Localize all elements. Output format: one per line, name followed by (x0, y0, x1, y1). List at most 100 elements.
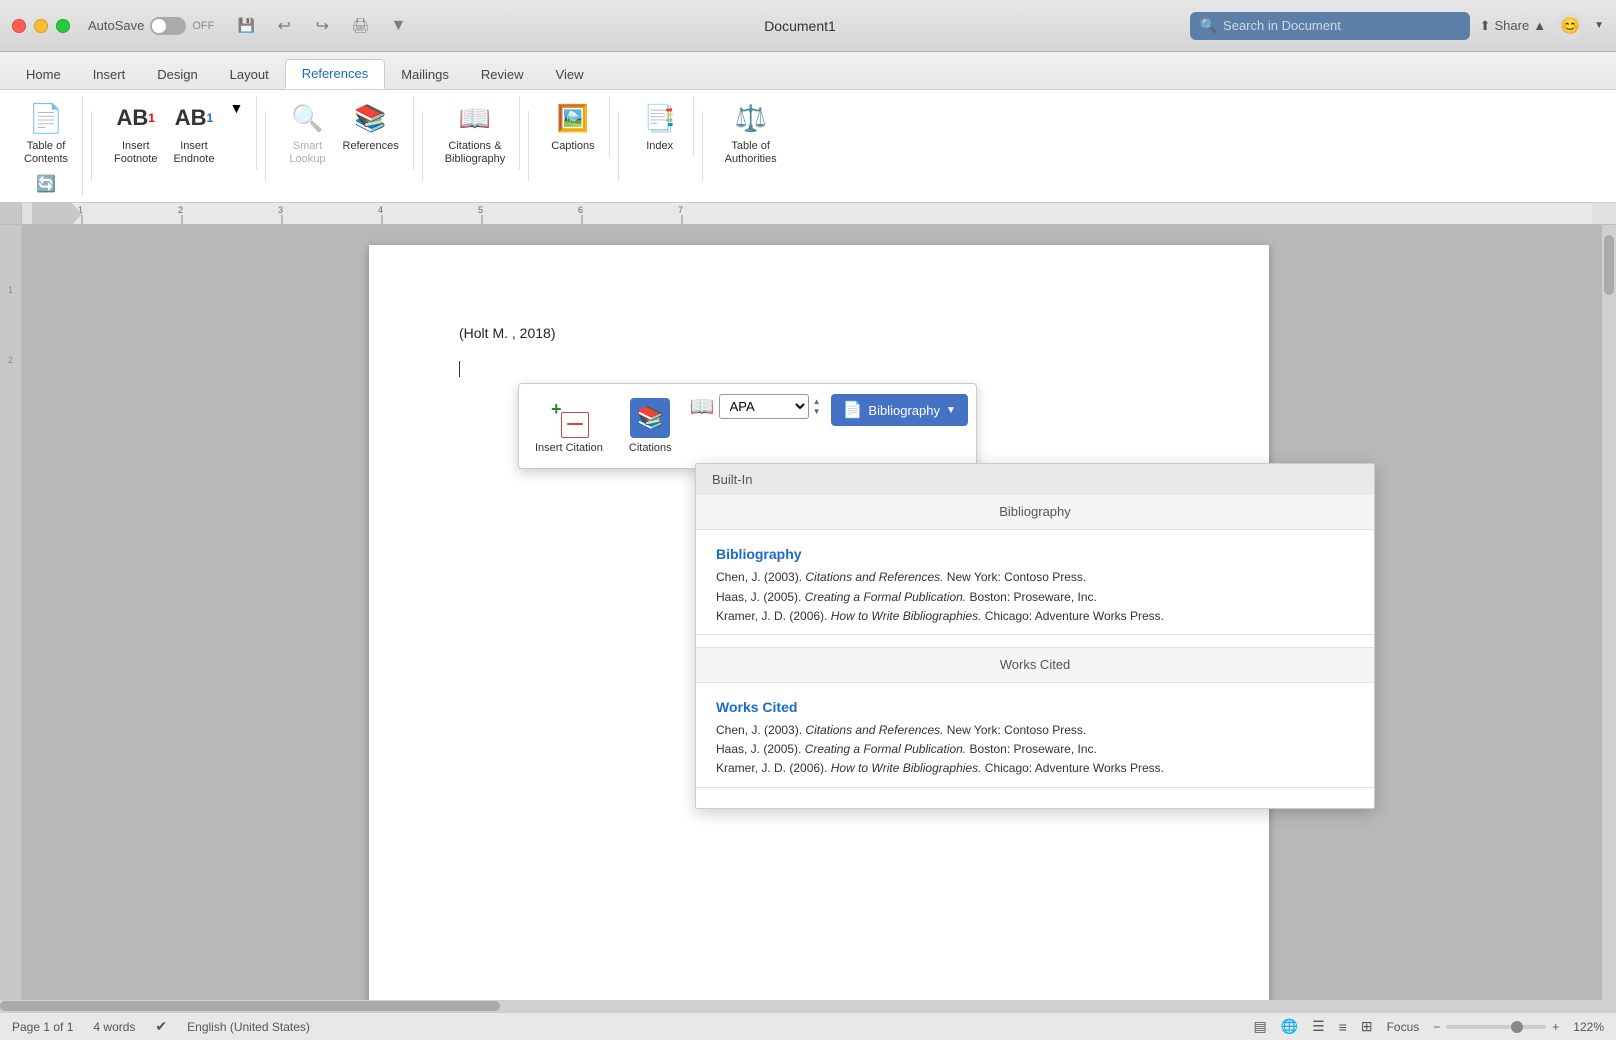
endnote-label: InsertEndnote (173, 140, 214, 166)
index-icon: 📑 (642, 100, 678, 136)
main-area: 1 2 3 4 5 6 7 (0, 203, 1616, 1012)
zoom-level[interactable]: 122% (1573, 1020, 1604, 1034)
tab-home[interactable]: Home (10, 61, 77, 89)
citations-bibliography-button[interactable]: 📖 Citations &Bibliography (439, 96, 512, 170)
list-icon[interactable]: ☰ (1312, 1018, 1325, 1035)
tab-layout[interactable]: Layout (214, 61, 285, 89)
page-info: Page 1 of 1 (12, 1020, 73, 1034)
web-icon[interactable]: 🌐 (1281, 1018, 1298, 1035)
bibliography-preview-label: Bibliography (696, 495, 1374, 530)
ruler-svg: 1 2 3 4 5 6 7 (32, 203, 1592, 225)
tab-review[interactable]: Review (465, 61, 540, 89)
app-window: AutoSave OFF 💾 ↩ ↪ 🖨 ▼ Document1 🔍 ⬆ Sha… (0, 0, 1616, 1040)
tab-references[interactable]: References (285, 59, 385, 89)
captions-icon: 🖼️ (555, 100, 591, 136)
footnotes-group: AB1 InsertFootnote AB1 InsertEndnote ▼ (100, 96, 257, 170)
ruler-mark-1: 1 (8, 285, 13, 295)
bibliography-label: Bibliography (868, 403, 940, 418)
dropdown-arrow-icon[interactable]: ▼ (1594, 20, 1604, 31)
tab-view[interactable]: View (540, 61, 600, 89)
zoom-track[interactable] (1446, 1025, 1546, 1029)
bibliography-dropdown-item[interactable]: Bibliography Chen, J. (2003). Citations … (696, 530, 1374, 635)
traffic-lights (12, 19, 70, 33)
toa-button[interactable]: ⚖️ Table ofAuthorities (719, 96, 783, 170)
vertical-scrollbar[interactable] (1602, 225, 1616, 1012)
hscroll-thumb[interactable] (22, 1001, 500, 1011)
tab-design[interactable]: Design (141, 61, 213, 89)
autosave-state: OFF (192, 20, 214, 32)
style-up-icon[interactable]: ▲ (813, 397, 821, 406)
save-icon[interactable]: 💾 (234, 14, 258, 38)
style-down-icon[interactable]: ▼ (813, 407, 821, 416)
search-input[interactable] (1223, 18, 1443, 33)
user-avatar[interactable]: 😊 (1556, 12, 1584, 40)
works-cited-dropdown-item[interactable]: Works Cited Chen, J. (2003). Citations a… (696, 683, 1374, 788)
bibliography-icon: 📄 (843, 400, 863, 420)
insert-footnote-button[interactable]: AB1 InsertFootnote (108, 96, 163, 170)
research-group: 🔍 SmartLookup 📚 References (274, 96, 413, 170)
insert-endnote-button[interactable]: AB1 InsertEndnote (167, 96, 220, 170)
autosave-toggle[interactable]: AutoSave OFF (88, 17, 214, 35)
citations-icon: 📖 (457, 100, 493, 136)
index-button[interactable]: 📑 Index (635, 96, 685, 157)
toc-label: Table ofContents (24, 140, 68, 166)
plus-icon: + (551, 400, 562, 418)
minimize-button[interactable] (34, 19, 48, 33)
autosave-switch[interactable] (150, 17, 186, 35)
vscroll-thumb[interactable] (1604, 235, 1614, 295)
toa-label: Table ofAuthorities (725, 140, 777, 166)
proofing-icon[interactable]: ✔ (155, 1018, 167, 1035)
footnote-icon: AB1 (118, 100, 154, 136)
researcher-icon: 📚 (353, 100, 389, 136)
footnote-label: InsertFootnote (114, 140, 157, 166)
smart-lookup-button[interactable]: 🔍 SmartLookup (282, 96, 332, 170)
works-cited-refs: Chen, J. (2003). Citations and Reference… (716, 721, 1354, 779)
citations-popup: + Insert Citation 📚 Citations (518, 383, 977, 469)
citations-popup-btn[interactable]: 📚 Citations (621, 394, 680, 458)
toa-icon: ⚖️ (733, 100, 769, 136)
zoom-thumb[interactable] (1511, 1021, 1523, 1033)
tab-mailings[interactable]: Mailings (385, 61, 465, 89)
layout-icon[interactable]: ▤ (1253, 1018, 1266, 1035)
bib-bottom-spacer (696, 788, 1374, 808)
zoom-control[interactable]: − + (1433, 1020, 1559, 1034)
toolbar-icons: 💾 ↩ ↪ 🖨 ▼ (234, 14, 410, 38)
read-mode-icon[interactable]: ⊞ (1361, 1018, 1373, 1035)
researcher-button[interactable]: 📚 References (336, 96, 404, 157)
bibliography-button[interactable]: 📄 Bibliography ▼ (831, 394, 968, 426)
bibliography-dropdown-arrow: ▼ (946, 405, 956, 416)
citation-style-select[interactable]: APA MLA Chicago Harvard (719, 394, 809, 419)
close-button[interactable] (12, 19, 26, 33)
zoom-out-icon[interactable]: − (1433, 1020, 1440, 1034)
horizontal-scrollbar[interactable] (22, 1000, 1602, 1012)
zoom-in-icon[interactable]: + (1552, 1020, 1559, 1034)
bibliography-ref-1: Chen, J. (2003). Citations and Reference… (716, 568, 1354, 587)
tab-insert[interactable]: Insert (77, 61, 142, 89)
search-bar[interactable]: 🔍 (1190, 12, 1470, 40)
apa-books-icon: 📖 (690, 394, 715, 419)
document-title: Document1 (420, 18, 1179, 34)
outline-icon[interactable]: ≡ (1339, 1019, 1347, 1035)
share-button[interactable]: ⬆ Share ▲ (1480, 18, 1546, 34)
captions-button[interactable]: 🖼️ Captions (545, 96, 600, 157)
redo-icon[interactable]: ↪ (310, 14, 334, 38)
cursor-line[interactable] (459, 361, 1179, 377)
smart-lookup-icon: 🔍 (289, 100, 325, 136)
insert-citation-popup-button[interactable]: + Insert Citation (527, 394, 611, 458)
print-icon[interactable]: 🖨 (348, 14, 372, 38)
citation-text[interactable]: (Holt M. , 2018) (459, 325, 1179, 341)
undo-icon[interactable]: ↩ (272, 14, 296, 38)
maximize-button[interactable] (56, 19, 70, 33)
language[interactable]: English (United States) (187, 1020, 310, 1034)
focus-label[interactable]: Focus (1387, 1020, 1420, 1034)
works-cited-ref-3: Kramer, J. D. (2006). How to Write Bibli… (716, 759, 1354, 778)
endnote-icon: AB1 (176, 100, 212, 136)
divider-1 (91, 111, 92, 181)
more-icon[interactable]: ▼ (386, 14, 410, 38)
citations-popup-panel: + Insert Citation 📚 Citations (518, 383, 977, 469)
toc-refresh-button[interactable]: 🔄 (31, 172, 61, 196)
table-of-contents-button[interactable]: 📄 Table ofContents (18, 96, 74, 170)
endnote-options-button[interactable]: ▼ (224, 96, 248, 120)
toc-group: 📄 Table ofContents 🔄 (10, 96, 83, 196)
index-group: 📑 Index (627, 96, 694, 157)
